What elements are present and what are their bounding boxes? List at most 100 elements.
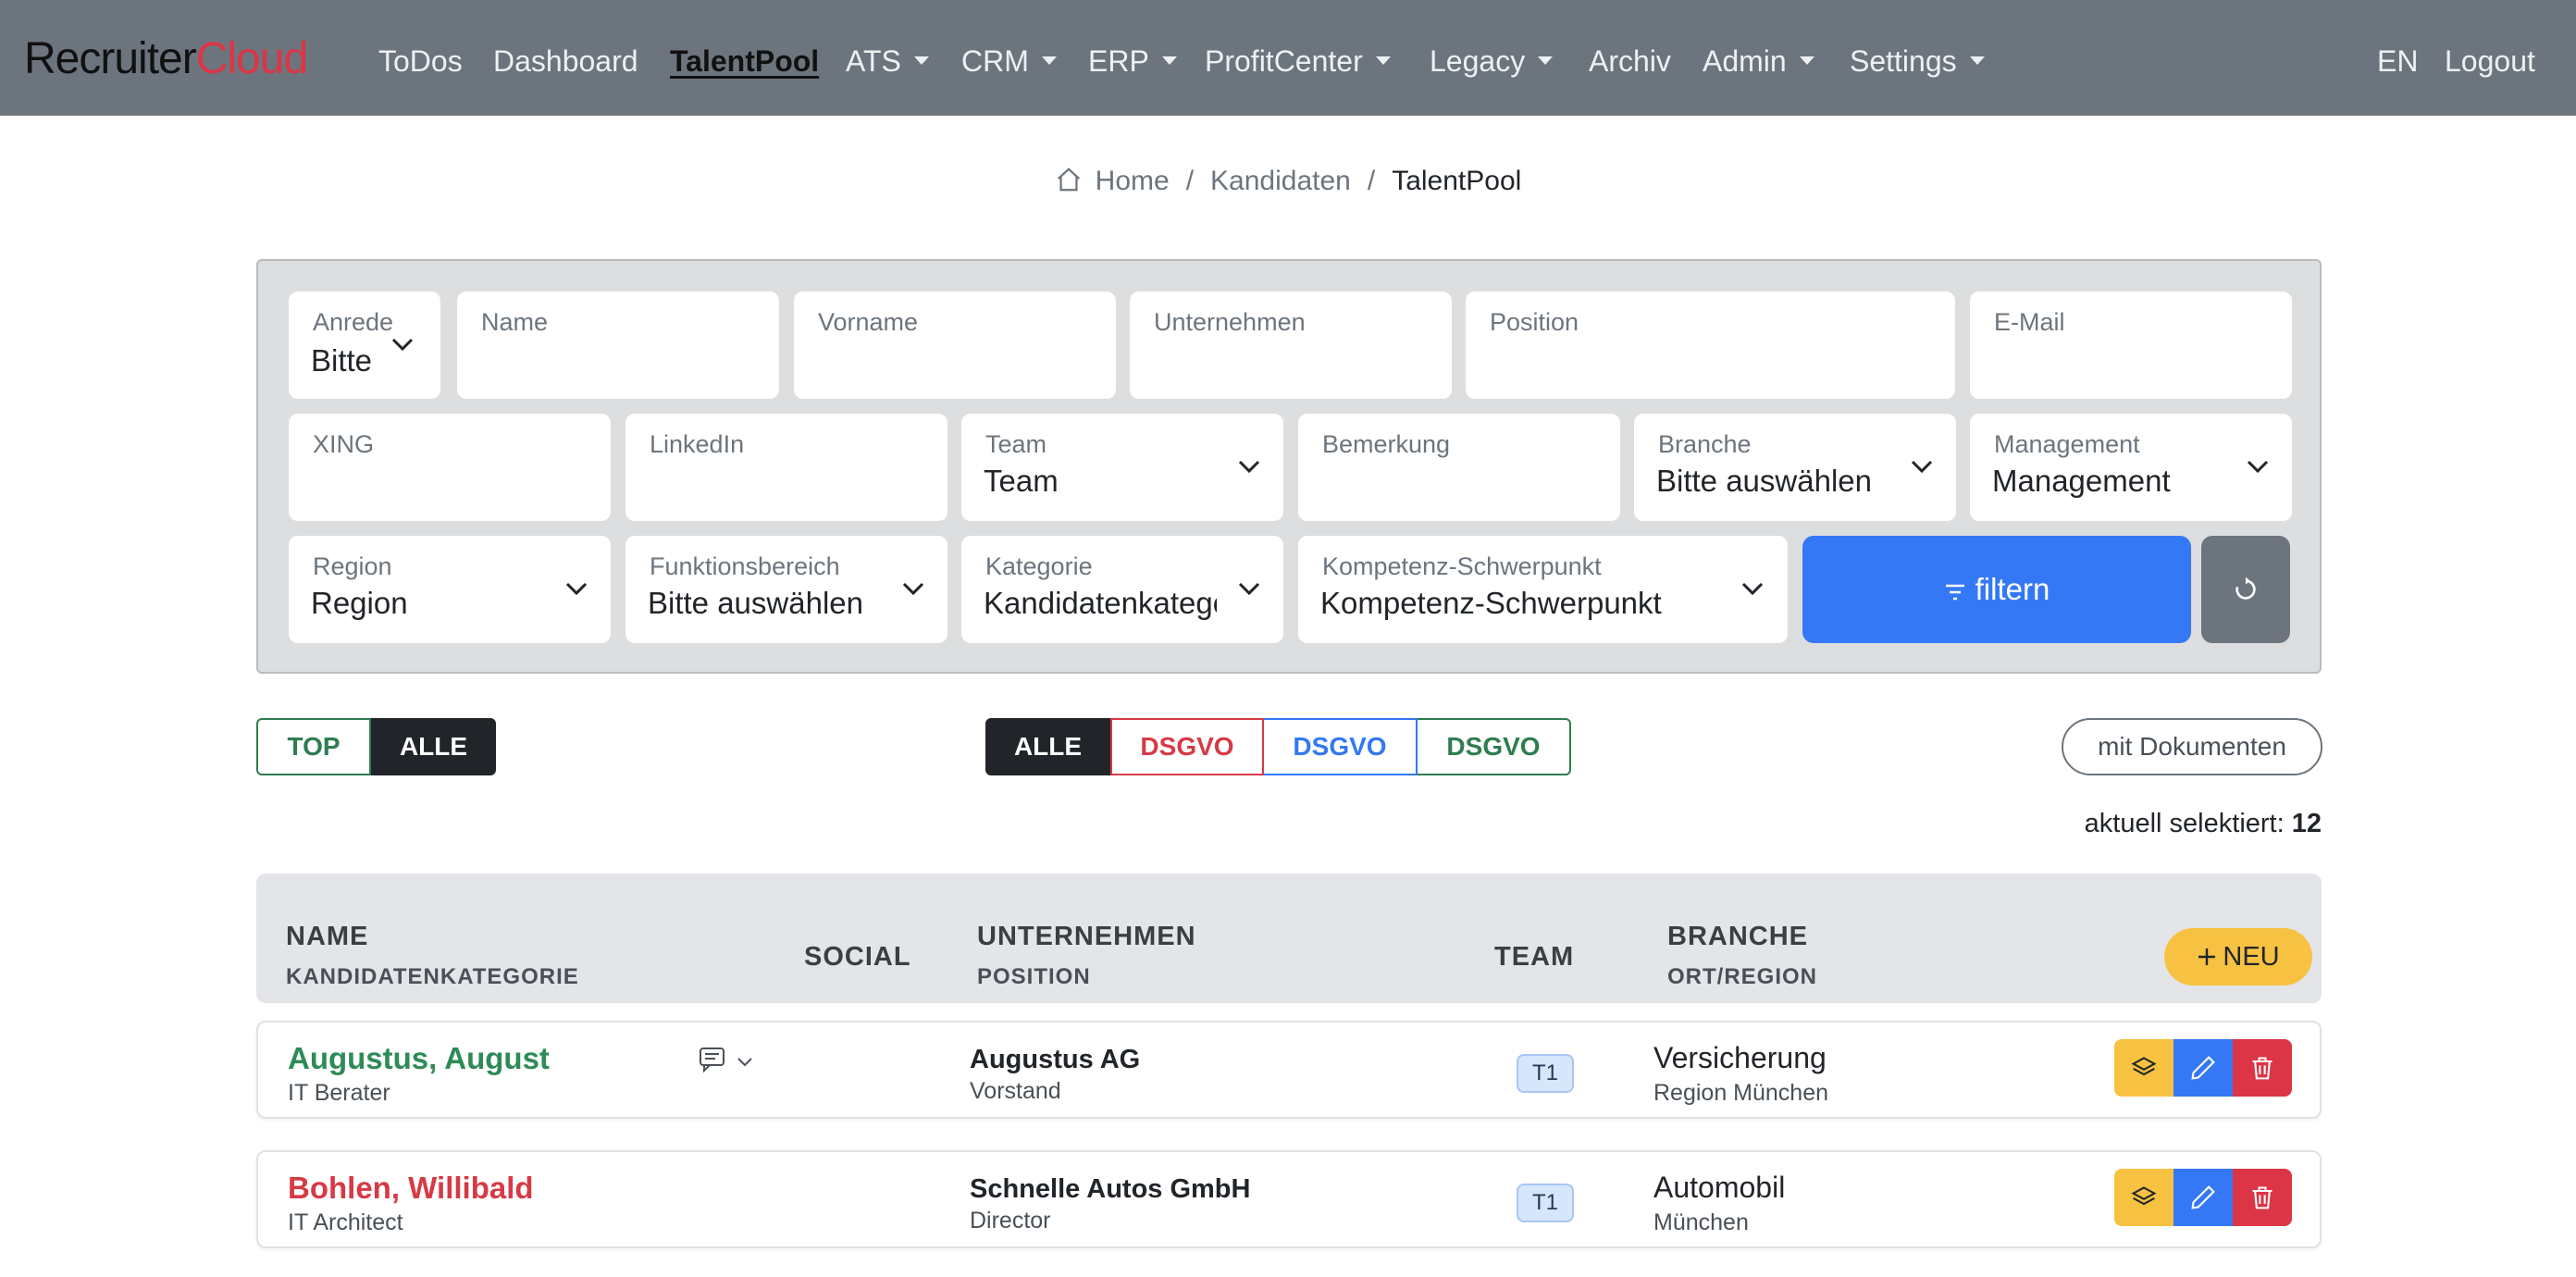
kategorie-select[interactable]: Kategorie Kandidatenkategorie <box>961 536 1283 643</box>
email-label: E-Mail <box>1994 308 2065 336</box>
nav-language[interactable]: EN <box>2377 43 2418 80</box>
delete-button[interactable] <box>2233 1039 2292 1097</box>
filter-icon <box>1945 584 1964 601</box>
nav-settings-dropdown[interactable]: Settings <box>1850 43 1985 80</box>
layers-icon <box>2131 1057 2157 1076</box>
company-name: Augustus AG <box>970 1045 1141 1074</box>
funktionsbereich-select[interactable]: Funktionsbereich Bitte auswählen <box>625 536 947 643</box>
delete-button[interactable] <box>2233 1169 2292 1226</box>
row-actions <box>2114 1169 2292 1226</box>
dsgvo-green[interactable]: DSGVO <box>1418 718 1571 775</box>
anrede-select[interactable]: Anrede Bitte <box>289 291 440 399</box>
header-name[interactable]: NAME <box>286 922 368 952</box>
management-value: Management <box>1992 464 2171 498</box>
reset-icon <box>2235 577 2256 600</box>
candidate-name[interactable]: Bohlen, Willibald <box>288 1171 534 1206</box>
nav-crm-dropdown[interactable]: CRM <box>961 43 1057 80</box>
nav-ats-dropdown[interactable]: ATS <box>846 43 929 80</box>
nav-todos[interactable]: ToDos <box>378 43 463 80</box>
dsgvo-red[interactable]: DSGVO <box>1110 718 1264 775</box>
plus-icon <box>2198 948 2216 965</box>
trash-icon <box>2252 1186 2273 1209</box>
region-select[interactable]: Region Region <box>289 536 611 643</box>
layers-button[interactable] <box>2114 1169 2174 1226</box>
candidate-category: IT Berater <box>288 1080 390 1106</box>
candidate-name[interactable]: Augustus, August <box>288 1041 550 1076</box>
region-label: Region <box>313 552 392 580</box>
nav-legacy-label: Legacy <box>1430 44 1526 78</box>
team-select[interactable]: Team Team <box>961 414 1283 521</box>
toggle-top[interactable]: TOP <box>256 718 371 775</box>
linkedin-input[interactable]: LinkedIn <box>625 414 947 521</box>
vorname-input[interactable]: Vorname <box>794 291 1116 399</box>
nav-crm-label: CRM <box>961 44 1029 78</box>
breadcrumb-separator: / <box>1185 166 1195 196</box>
nav-archiv[interactable]: Archiv <box>1589 43 1671 80</box>
header-team[interactable]: TEAM <box>1494 942 1574 973</box>
layers-button[interactable] <box>2114 1039 2174 1097</box>
email-input[interactable]: E-Mail <box>1970 291 2292 399</box>
breadcrumb-kandidaten[interactable]: Kandidaten <box>1210 166 1351 196</box>
table-row[interactable]: Bohlen, Willibald IT Architect Schnelle … <box>256 1150 2322 1248</box>
filter-button[interactable]: filtern <box>1802 536 2191 643</box>
new-candidate-button[interactable]: NEU <box>2164 928 2312 986</box>
nav-legacy-dropdown[interactable]: Legacy <box>1430 43 1554 80</box>
table-header: NAME KANDIDATENKATEGORIE SOCIAL UNTERNEH… <box>256 874 2322 1003</box>
header-unternehmen[interactable]: UNTERNEHMEN <box>977 922 1196 952</box>
dsgvo-toggle: ALLE DSGVO DSGVO DSGVO <box>985 718 1571 775</box>
caret-down-icon <box>913 56 929 66</box>
nav-erp-dropdown[interactable]: ERP <box>1088 43 1177 80</box>
header-social: SOCIAL <box>804 942 911 972</box>
position-input[interactable]: Position <box>1466 291 1955 399</box>
breadcrumb-separator: / <box>1367 166 1376 196</box>
branche-value: Bitte auswählen <box>1656 464 1872 498</box>
bemerkung-input[interactable]: Bemerkung <box>1298 414 1620 521</box>
caret-down-icon <box>1375 56 1391 66</box>
mit-dokumenten-toggle[interactable]: mit Dokumenten <box>2062 718 2322 775</box>
funktionsbereich-value: Bitte auswählen <box>648 586 863 620</box>
new-button-label: NEU <box>2223 942 2280 972</box>
layers-icon <box>2131 1186 2157 1206</box>
chevron-down-icon <box>1238 582 1260 596</box>
nav-settings-label: Settings <box>1850 44 1957 78</box>
management-select[interactable]: Management Management <box>1970 414 2292 521</box>
header-position: POSITION <box>977 964 1091 989</box>
chevron-down-icon <box>1911 460 1933 474</box>
edit-button[interactable] <box>2174 1169 2233 1226</box>
nav-logout[interactable]: Logout <box>2445 43 2535 80</box>
team-badge: T1 <box>1517 1184 1574 1222</box>
position-label: Position <box>1490 308 1579 336</box>
chevron-down-icon <box>565 582 588 596</box>
nav-profitcenter-dropdown[interactable]: ProfitCenter <box>1205 43 1391 80</box>
comment-toggle[interactable] <box>699 1047 754 1077</box>
reset-filter-button[interactable] <box>2201 536 2290 643</box>
dsgvo-blue[interactable]: DSGVO <box>1264 718 1418 775</box>
branche-select[interactable]: Branche Bitte auswählen <box>1634 414 1956 521</box>
caret-down-icon <box>1799 56 1814 66</box>
dsgvo-alle[interactable]: ALLE <box>985 718 1110 775</box>
header-branche[interactable]: BRANCHE <box>1667 922 1808 952</box>
table-row[interactable]: Augustus, August IT Berater Augustus AG … <box>256 1021 2322 1119</box>
breadcrumb: Home / Kandidaten / TalentPool <box>0 163 2576 200</box>
toggle-alle[interactable]: ALLE <box>371 718 496 775</box>
edit-button[interactable] <box>2174 1039 2233 1097</box>
chevron-down-icon <box>902 582 924 596</box>
brand-logo[interactable]: RecruiterCloud <box>24 33 308 85</box>
vorname-label: Vorname <box>818 308 919 336</box>
bemerkung-label: Bemerkung <box>1322 430 1451 458</box>
kompetenz-select[interactable]: Kompetenz-Schwerpunkt Kompetenz-Schwerpu… <box>1298 536 1788 643</box>
caret-down-icon <box>1161 56 1177 66</box>
funktionsbereich-label: Funktionsbereich <box>650 552 840 580</box>
ort-region: München <box>1653 1209 1749 1235</box>
name-input[interactable]: Name <box>457 291 779 399</box>
nav-talentpool[interactable]: TalentPool <box>670 43 819 80</box>
selection-label: aktuell selektiert: <box>2084 809 2285 838</box>
breadcrumb-home[interactable]: Home <box>1096 166 1170 196</box>
xing-input[interactable]: XING <box>289 414 611 521</box>
nav-admin-dropdown[interactable]: Admin <box>1703 43 1814 80</box>
position-name: Director <box>970 1208 1051 1234</box>
unternehmen-input[interactable]: Unternehmen <box>1130 291 1452 399</box>
nav-dashboard[interactable]: Dashboard <box>493 43 638 80</box>
anrede-value: Bitte <box>311 343 373 378</box>
team-value: Team <box>984 464 1059 498</box>
